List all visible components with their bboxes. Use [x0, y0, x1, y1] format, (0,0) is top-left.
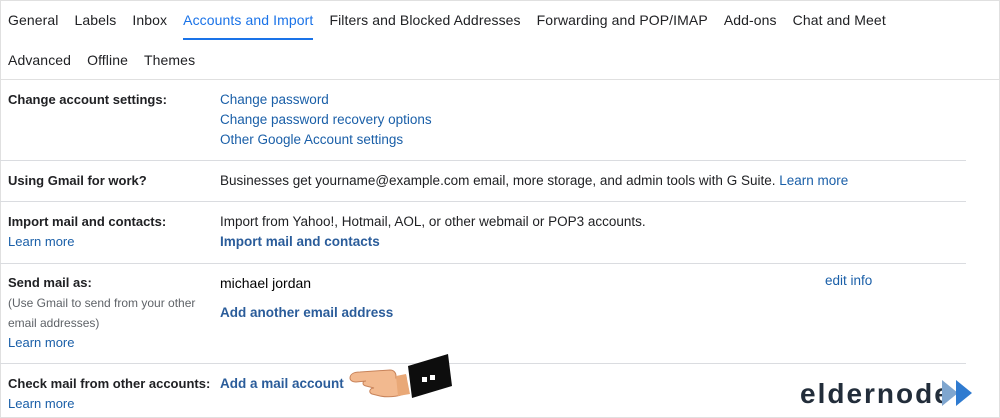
row-divider: [0, 263, 966, 264]
import-mail-text: Import from Yahoo!, Hotmail, AOL, or oth…: [220, 214, 646, 229]
tab-inbox[interactable]: Inbox: [132, 12, 167, 36]
add-another-email-address-button[interactable]: Add another email address: [220, 303, 393, 323]
gmail-for-work-learn-more-link[interactable]: Learn more: [779, 173, 848, 188]
row-divider: [0, 201, 966, 202]
setting-row-send-mail-as: Send mail as: (Use Gmail to send from yo…: [0, 273, 966, 364]
double-arrow-icon: [942, 380, 972, 406]
eldernode-logo-text: eldernode: [800, 378, 952, 409]
tab-general[interactable]: General: [8, 12, 59, 36]
tab-accounts-and-import[interactable]: Accounts and Import: [183, 12, 314, 40]
tab-add-ons[interactable]: Add-ons: [724, 12, 777, 36]
send-mail-as-learn-more-link[interactable]: Learn more: [8, 333, 218, 353]
pointing-hand-icon: [349, 354, 452, 398]
label-column: Change account settings:: [8, 90, 218, 110]
other-google-account-settings-link[interactable]: Other Google Account settings: [220, 130, 432, 150]
check-mail-learn-more-link[interactable]: Learn more: [8, 394, 218, 414]
settings-tabs-row-2: Advanced Offline Themes: [8, 52, 211, 92]
tab-labels[interactable]: Labels: [75, 12, 117, 36]
value-column: Change password Change password recovery…: [220, 90, 432, 150]
sender-name: michael jordan: [220, 275, 312, 291]
tab-filters-and-blocked-addresses[interactable]: Filters and Blocked Addresses: [329, 12, 520, 36]
value-column: Import from Yahoo!, Hotmail, AOL, or oth…: [220, 212, 646, 252]
tab-forwarding-and-pop-imap[interactable]: Forwarding and POP/IMAP: [537, 12, 708, 36]
label-column: Check mail from other accounts: Learn mo…: [8, 374, 218, 414]
send-mail-as-note: email addresses): [8, 316, 100, 330]
check-mail-label: Check mail from other accounts:: [8, 376, 211, 391]
change-recovery-options-link[interactable]: Change password recovery options: [220, 110, 432, 130]
change-password-link[interactable]: Change password: [220, 90, 432, 110]
tab-advanced[interactable]: Advanced: [8, 52, 71, 76]
gmail-for-work-text: Businesses get yourname@example.com emai…: [220, 173, 776, 188]
value-column: Add a mail account: [220, 374, 344, 394]
change-account-label: Change account settings:: [8, 92, 167, 107]
settings-tabs-row-1: General Labels Inbox Accounts and Import…: [8, 12, 902, 52]
value-column: michael jordan Add another email address: [220, 273, 393, 323]
add-a-mail-account-button[interactable]: Add a mail account: [220, 374, 344, 394]
label-column: Send mail as: (Use Gmail to send from yo…: [8, 273, 218, 353]
label-column: Import mail and contacts: Learn more: [8, 212, 218, 252]
gmail-for-work-label: Using Gmail for work?: [8, 173, 147, 188]
tab-chat-and-meet[interactable]: Chat and Meet: [793, 12, 886, 36]
row-divider: [0, 160, 966, 161]
edit-info-link[interactable]: edit info: [825, 273, 872, 288]
import-mail-learn-more-link[interactable]: Learn more: [8, 232, 218, 252]
tab-offline[interactable]: Offline: [87, 52, 128, 76]
import-mail-label: Import mail and contacts:: [8, 214, 167, 229]
setting-row-import-mail: Import mail and contacts: Learn more Imp…: [0, 212, 966, 264]
send-mail-as-label: Send mail as:: [8, 275, 92, 290]
send-mail-as-note: (Use Gmail to send from your other: [8, 296, 196, 310]
setting-row-change-account: Change account settings: Change password…: [0, 90, 966, 161]
eldernode-logo: eldernode: [800, 374, 990, 414]
tabs-divider: [0, 79, 1000, 80]
value-column: Businesses get yourname@example.com emai…: [220, 171, 848, 191]
setting-row-gmail-for-work: Using Gmail for work? Businesses get you…: [0, 171, 966, 202]
tab-themes[interactable]: Themes: [144, 52, 195, 76]
row-divider: [0, 363, 966, 364]
label-column: Using Gmail for work?: [8, 171, 218, 191]
import-mail-and-contacts-button[interactable]: Import mail and contacts: [220, 232, 646, 252]
